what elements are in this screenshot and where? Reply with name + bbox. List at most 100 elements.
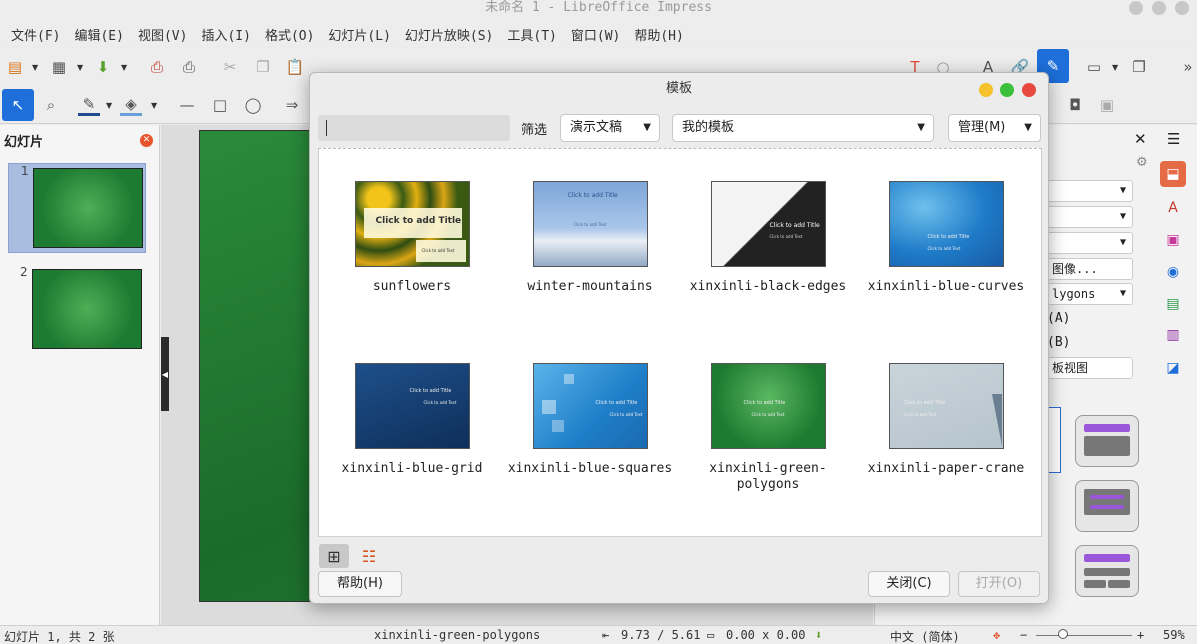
list-view-button[interactable]: ☷ [354,544,384,568]
help-button[interactable]: 帮助(H) [318,571,402,597]
slide-thumbnail-2[interactable]: 2 [8,265,146,355]
size-text: 0.00 x 0.00 [726,628,806,642]
close-icon[interactable]: ✕ [140,134,153,147]
arrow-icon[interactable]: ⇒ [281,94,303,116]
sidebar-master-dropdown[interactable]: lygons ▼ [1047,283,1133,305]
sidebar-dropdown[interactable]: ▼ [1047,232,1133,254]
menu-help[interactable]: 帮助(H) [627,25,690,44]
layout-selected-tile[interactable] [1047,407,1061,473]
master-name-text: xinxinli-green-polygons [374,628,541,642]
select-cursor-icon[interactable]: ↖ [2,89,34,121]
sidebar-master-view-button[interactable]: 板视图 [1047,357,1133,379]
template-item-xinxinli-blue-squares[interactable]: Click to add Title Click to add Text xin… [502,363,678,477]
slide-layout-icon[interactable]: ❐ [1128,56,1150,78]
zoom-slider-handle[interactable] [1058,629,1068,639]
zoom-level-text[interactable]: 59% [1163,628,1185,642]
styles-icon[interactable]: A [1160,195,1186,221]
close-icon[interactable]: ✕ [1134,130,1147,148]
template-name: xinxinli-black-edges [689,279,847,294]
slide-transition-icon[interactable]: ▤ [1160,291,1186,317]
sidebar-menu-icon[interactable]: ☰ [1167,130,1180,148]
template-item-xinxinli-black-edges[interactable]: Click to add Title Click to add Text xin… [680,181,856,295]
cut-icon[interactable]: ✂ [219,56,241,78]
template-item-xinxinli-paper-crane[interactable]: Click to add Title Click to add Text xin… [858,363,1034,477]
template-thumbnail: Click to add Title Click to add Text [354,363,470,449]
gallery-icon[interactable]: ▣ [1160,227,1186,253]
menu-tools[interactable]: 工具(T) [500,25,563,44]
line-icon[interactable]: — [176,94,198,116]
menu-edit[interactable]: 编辑(E) [67,25,130,44]
chevron-down-icon[interactable]: ▼ [1112,56,1120,78]
menu-slideshow[interactable]: 幻灯片放映(S) [398,25,500,44]
chevron-down-icon[interactable]: ▼ [151,94,159,116]
template-item-xinxinli-blue-curves[interactable]: Click to add Title Click to add Text xin… [858,181,1034,295]
zoom-icon[interactable]: ⌕ [40,94,62,116]
chevron-down-icon[interactable]: ▼ [77,56,85,78]
window-close-button[interactable] [1175,1,1189,15]
language-text[interactable]: 中文 (简体) [890,628,960,644]
chevron-down-icon[interactable]: ▼ [106,94,114,116]
master-slides-icon[interactable]: ◪ [1160,355,1186,381]
slide-thumbnail-1[interactable]: 1 [8,163,146,253]
line-color-icon[interactable]: ✎ [78,94,100,116]
menu-window[interactable]: 窗口(W) [564,25,627,44]
dialog-maximize-button[interactable] [1000,83,1014,97]
dialog-minimize-button[interactable] [979,83,993,97]
image-map-icon[interactable]: ◘ [1064,94,1086,116]
ellipse-icon[interactable]: ◯ [242,94,264,116]
zoom-in-icon[interactable]: + [1137,628,1144,642]
template-name: xinxinli-blue-squares [507,461,673,476]
template-thumbnail: Click to add Title Click to add Text [710,363,826,449]
manage-button[interactable]: 管理(M) ▼ [948,114,1041,142]
template-item-sunflowers[interactable]: Click to add Title Click to add Text sun… [324,181,500,295]
extrusion-icon[interactable]: ▣ [1096,94,1118,116]
fill-color-icon[interactable]: ◈ [120,94,142,116]
fit-slide-icon[interactable]: ✥ [993,628,1000,642]
layout-tile[interactable] [1075,415,1139,467]
template-item-xinxinli-green-polygons[interactable]: Click to add Title Click to add Text xin… [680,363,856,493]
sidebar-dropdown[interactable]: ▼ [1047,206,1133,228]
filter-type-dropdown[interactable]: 演示文稿 ▼ [560,114,660,142]
template-item-winter-mountains[interactable]: Click to add Title Click to add Text win… [502,181,678,295]
close-button[interactable]: 关闭(C) [868,571,950,597]
export-pdf-icon[interactable]: ⎙ [146,56,168,78]
open-button[interactable]: 打开(O) [958,571,1040,597]
zoom-out-icon[interactable]: − [1020,628,1027,642]
sidebar-dropdown[interactable]: ▼ [1047,180,1133,202]
window-title: 未命名 1 - LibreOffice Impress [485,0,712,15]
rectangle-icon[interactable]: □ [209,94,231,116]
window-minimize-button[interactable] [1129,1,1143,15]
dialog-close-button[interactable] [1022,83,1036,97]
template-item-xinxinli-blue-grid[interactable]: Click to add Title Click to add Text xin… [324,363,500,477]
paste-icon[interactable]: 📋 [284,56,306,78]
chevron-down-icon[interactable]: ▼ [121,56,129,78]
menu-slide[interactable]: 幻灯片(L) [321,25,397,44]
print-icon[interactable]: ⎙ [178,56,200,78]
pane-collapse-handle[interactable]: ◀ [161,337,169,411]
category-dropdown[interactable]: 我的模板 ▼ [672,114,934,142]
insert-shape-icon[interactable]: ▭ [1083,56,1105,78]
gear-icon[interactable]: ⚙ [1136,155,1148,170]
copy-icon[interactable]: ❐ [252,56,274,78]
thumbnail-view-button[interactable]: ⊞ [319,544,349,568]
sidebar-image-button[interactable]: 图像... [1047,258,1133,280]
zoom-slider[interactable] [1036,635,1132,636]
templates-icon[interactable]: ▦ [48,56,70,78]
sidebar-label: (A) [1047,311,1071,326]
layout-tile[interactable] [1075,480,1139,532]
properties-icon[interactable]: ⬓ [1160,161,1186,187]
menu-format[interactable]: 格式(O) [258,25,321,44]
window-maximize-button[interactable] [1152,1,1166,15]
new-document-icon[interactable]: ▤ [4,56,26,78]
chevron-down-icon[interactable]: ▼ [32,56,40,78]
template-search-input[interactable] [318,115,510,141]
layout-tile[interactable] [1075,545,1139,597]
animation-icon[interactable]: ▥ [1160,322,1186,348]
menu-file[interactable]: 文件(F) [4,25,67,44]
more-toolbar-icon[interactable]: » [1180,56,1196,78]
menu-view[interactable]: 视图(V) [131,25,194,44]
navigator-icon[interactable]: ◉ [1160,259,1186,285]
menu-insert[interactable]: 插入(I) [194,25,257,44]
save-icon[interactable]: ⬇ [92,56,114,78]
template-thumbnail: Click to add Title Click to add Text [532,363,648,449]
